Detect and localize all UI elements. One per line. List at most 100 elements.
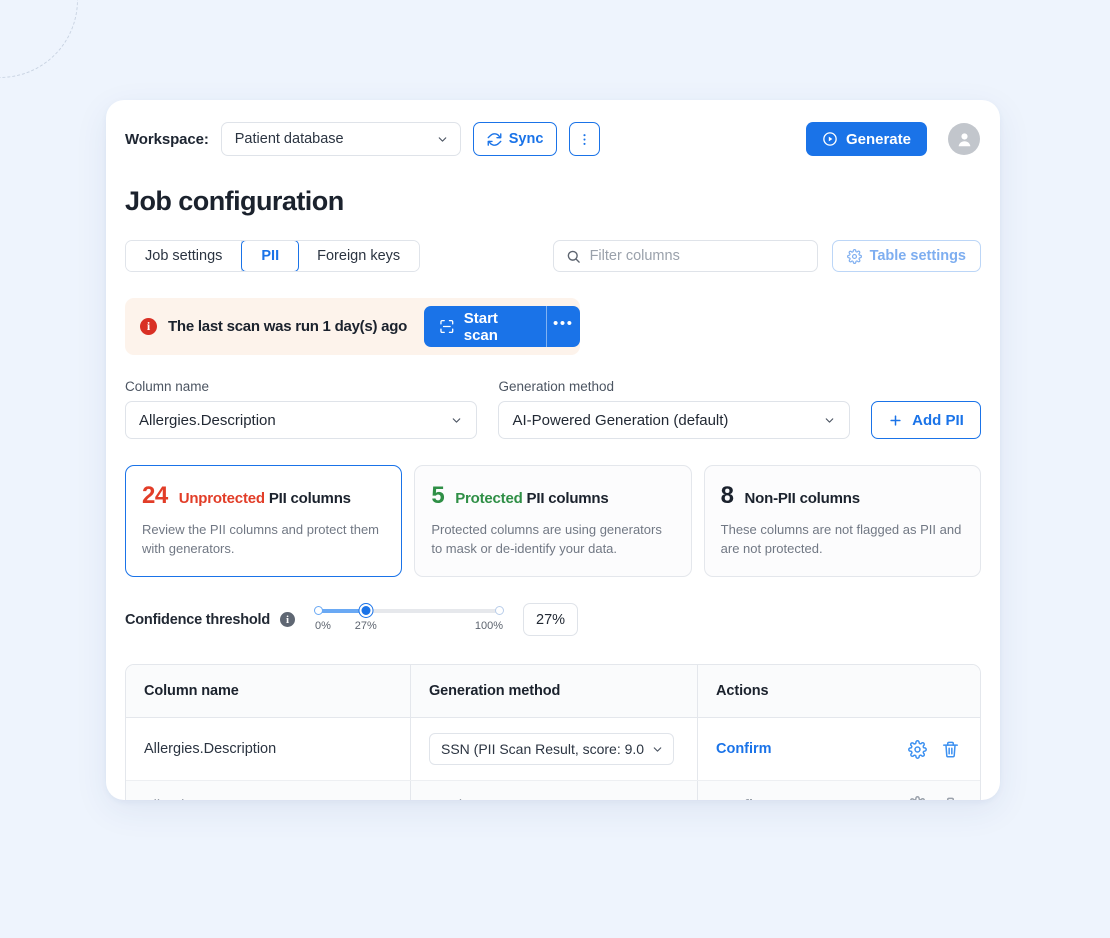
stat-highlight: Unprotected <box>178 490 265 507</box>
trash-icon <box>946 797 955 800</box>
info-icon[interactable]: i <box>280 612 296 627</box>
tab-foreign-keys[interactable]: Foreign keys <box>298 241 420 271</box>
sync-button[interactable]: Sync <box>472 122 558 156</box>
settings-button[interactable] <box>908 796 927 800</box>
filter-columns-box[interactable] <box>552 240 818 272</box>
table-settings-label: Table settings <box>869 248 966 264</box>
pii-add-row: Column name Allergies.Description Genera… <box>125 379 981 439</box>
generation-method-field: Generation method AI-Powered Generation … <box>498 379 850 439</box>
workspace-label: Workspace: <box>125 130 209 148</box>
tab-pii[interactable]: PII <box>241 241 300 271</box>
tab-job-settings[interactable]: Job settings <box>126 241 243 271</box>
table-row[interactable]: Allergies.Encounter Foreign Key Generato… <box>126 781 980 800</box>
generate-button[interactable]: Generate <box>805 122 927 156</box>
stat-header: 5 Protected PII columns <box>431 482 674 510</box>
chevron-down-icon <box>653 746 662 752</box>
stat-suffix: PII columns <box>268 490 351 507</box>
sync-label: Sync <box>508 131 544 147</box>
stat-count: 5 <box>431 482 445 509</box>
table-row[interactable]: Allergies.Description SSN (PII Scan Resu… <box>126 718 980 781</box>
top-bar: Workspace: Patient database Sync Generat… <box>106 100 1000 156</box>
confidence-label: Confidence threshold <box>125 611 271 628</box>
slider-tick-max: 100% <box>474 620 504 632</box>
row-generation-method-cell: Foreign Key Generator <box>411 781 698 800</box>
scan-banner: i The last scan was run 1 day(s) ago Sta… <box>125 298 580 355</box>
stat-title: Unprotected PII columns <box>179 490 351 507</box>
stat-suffix: Non-PII columns <box>744 490 861 507</box>
workspace-select[interactable]: Patient database <box>220 122 461 156</box>
page-title: Job configuration <box>125 186 344 216</box>
generation-method-label: Generation method <box>498 379 615 394</box>
stat-count: 24 <box>142 482 168 509</box>
play-circle-icon <box>823 132 837 146</box>
confidence-value-box[interactable]: 27% <box>523 603 579 636</box>
start-scan-label: Start scan <box>463 309 498 344</box>
scan-icon <box>440 319 454 334</box>
row-actions: Confirm <box>698 718 980 780</box>
delete-button[interactable] <box>941 796 960 800</box>
info-icon: i <box>140 318 157 335</box>
stat-card-unprotected[interactable]: 24 Unprotected PII columns Review the PI… <box>125 465 403 577</box>
add-pii-button[interactable]: Add PII <box>871 401 981 439</box>
pii-columns-table: Column name Generation method Actions Al… <box>125 664 981 800</box>
stat-highlight: Protected <box>455 490 523 507</box>
search-icon <box>567 250 580 263</box>
slider-thumb[interactable] <box>359 604 373 617</box>
trash-icon <box>943 741 958 758</box>
table-header-generation-method: Generation method <box>411 665 698 717</box>
row-generation-method-cell: SSN (PII Scan Result, score: 9.0 <box>411 718 698 780</box>
table-settings-button[interactable]: Table settings <box>831 240 981 272</box>
add-pii-label: Add PII <box>912 411 964 429</box>
column-name-select[interactable]: Allergies.Description <box>125 401 478 439</box>
confirm-button[interactable]: Confirm <box>716 798 772 801</box>
confidence-threshold-row: Confidence threshold i 0% 27% 100% 27% <box>125 603 981 636</box>
slider-track <box>314 604 505 617</box>
table-header-row: Column name Generation method Actions <box>126 665 980 718</box>
generate-label: Generate <box>845 130 911 148</box>
column-name-label: Column name <box>125 379 210 394</box>
scan-message: The last scan was run 1 day(s) ago <box>168 318 408 335</box>
gear-icon <box>910 796 925 800</box>
stat-count: 8 <box>720 482 734 509</box>
slider-tick-current: 27% <box>354 620 377 632</box>
avatar[interactable] <box>948 123 980 155</box>
stat-title: Non-PII columns <box>744 490 861 507</box>
tabs-row: Job settings PII Foreign keys Table sett… <box>125 240 981 272</box>
row-icon-actions <box>908 796 980 800</box>
row-generation-method-select[interactable]: SSN (PII Scan Result, score: 9.0 <box>429 733 674 765</box>
delete-button[interactable] <box>941 740 960 759</box>
decorative-arc <box>0 0 78 78</box>
page-root: Workspace: Patient database Sync Generat… <box>0 0 1110 938</box>
confidence-slider[interactable]: 0% 27% 100% <box>314 604 505 634</box>
table-body: Allergies.Description SSN (PII Scan Resu… <box>126 718 980 800</box>
settings-button[interactable] <box>908 739 927 759</box>
stat-cards: 24 Unprotected PII columns Review the PI… <box>125 465 981 577</box>
row-column-name: Allergies.Encounter <box>126 781 411 800</box>
table-header-actions: Actions <box>716 683 769 699</box>
app-window: Workspace: Patient database Sync Generat… <box>106 100 1000 800</box>
row-actions: Confirm <box>698 781 980 800</box>
scan-more-button[interactable]: ••• <box>545 306 580 347</box>
tab-group: Job settings PII Foreign keys <box>125 240 421 272</box>
table-header-column-name: Column name <box>126 665 411 717</box>
start-scan-button[interactable]: Start scan <box>424 306 545 347</box>
stat-description: Review the PII columns and protect them … <box>142 522 380 556</box>
row-column-name: Allergies.Description <box>126 718 411 780</box>
row-generation-method-value: SSN (PII Scan Result, score: 9.0 <box>441 741 645 757</box>
chevron-down-icon <box>825 417 834 423</box>
workspace-more-button[interactable] <box>569 122 601 156</box>
row-icon-actions <box>908 739 980 759</box>
stat-card-non-pii[interactable]: 8 Non-PII columns These columns are not … <box>703 465 981 577</box>
stat-description: Protected columns are using generators t… <box>431 522 662 556</box>
dots-vertical-icon <box>583 133 586 145</box>
gear-icon <box>846 248 862 264</box>
user-icon <box>958 132 970 146</box>
stat-card-protected[interactable]: 5 Protected PII columns Protected column… <box>414 465 692 577</box>
column-name-field: Column name Allergies.Description <box>125 379 478 439</box>
search-input[interactable] <box>589 248 805 264</box>
slider-ticks: 0% 27% 100% <box>315 620 503 634</box>
chevron-down-icon <box>453 417 461 423</box>
confirm-button[interactable]: Confirm <box>716 741 772 757</box>
generation-method-select[interactable]: AI-Powered Generation (default) <box>498 401 850 439</box>
slider-tick-min: 0% <box>315 620 331 632</box>
